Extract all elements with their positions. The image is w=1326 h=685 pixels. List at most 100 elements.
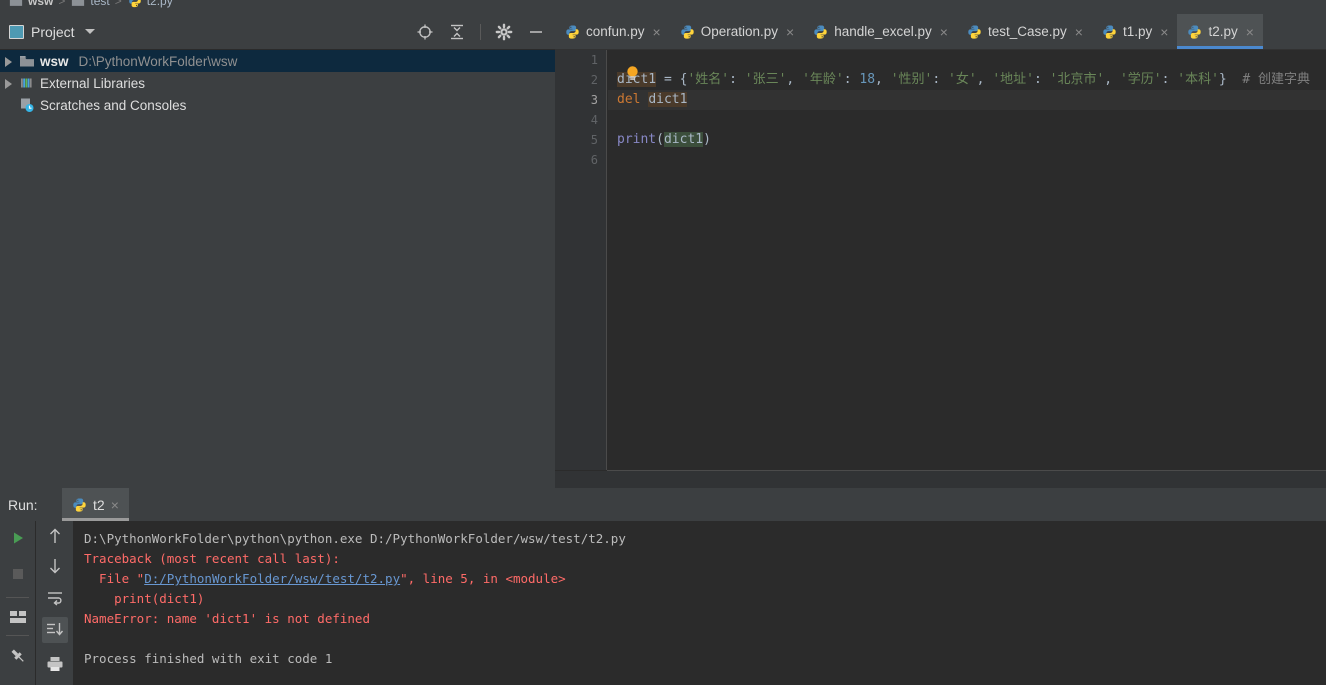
close-icon[interactable]: × <box>1246 25 1254 39</box>
console-line: Process finished with exit code 1 <box>84 649 1326 669</box>
code-token: = <box>656 72 680 87</box>
python-file-icon <box>1188 24 1202 39</box>
line-number[interactable]: 3 <box>591 90 598 110</box>
collapse-all-icon[interactable] <box>448 23 466 41</box>
pin-tab-button[interactable] <box>5 643 31 669</box>
breadcrumb-separator: > <box>114 0 122 8</box>
run-tab-t2[interactable]: t2 × <box>62 488 129 521</box>
editor-gutter[interactable]: 123456 <box>555 50 607 470</box>
line-number[interactable]: 1 <box>591 50 598 70</box>
project-icon <box>9 24 24 39</box>
code-line[interactable] <box>608 110 1326 130</box>
stop-button[interactable] <box>5 561 31 587</box>
editor-tab-label: confun.py <box>586 24 645 39</box>
project-tree: wsw D:\PythonWorkFolder\wsw External Libra… <box>0 50 555 116</box>
scroll-down-button[interactable] <box>42 553 68 579</box>
code-token: dict1 <box>648 92 688 107</box>
run-button[interactable] <box>5 525 31 551</box>
project-panel-toolbar <box>416 14 545 50</box>
line-number[interactable]: 4 <box>591 110 598 130</box>
code-line[interactable]: print(dict1) <box>608 130 1326 150</box>
editor-code[interactable]: dict1 = {'姓名': '张三', '年龄': 18, '性别': '女'… <box>608 50 1326 470</box>
code-token: , <box>786 72 803 87</box>
chevron-right-icon[interactable] <box>4 78 14 89</box>
soft-wrap-button[interactable] <box>42 585 68 611</box>
minimize-icon[interactable] <box>527 23 545 41</box>
code-token: : <box>1161 72 1178 87</box>
breadcrumb-item-t2-py[interactable]: t2.py <box>127 0 173 8</box>
python-file-icon <box>1103 24 1116 39</box>
code-line[interactable]: del dict1 <box>608 90 1326 110</box>
editor-body[interactable]: 123456 dict1 = {'姓名': '张三', '年龄': 18, '性… <box>555 50 1326 488</box>
tree-item-external-libraries[interactable]: External Libraries <box>0 72 555 94</box>
code-token: '地址' <box>992 72 1034 87</box>
console-line: NameError: name 'dict1' is not defined <box>84 609 1326 629</box>
close-icon[interactable]: × <box>653 25 661 39</box>
code-token: 18 <box>859 72 876 87</box>
close-icon[interactable]: × <box>1075 25 1083 39</box>
close-icon[interactable]: × <box>786 25 794 39</box>
tree-arrow-placeholder <box>4 100 14 110</box>
print-button[interactable] <box>42 651 68 677</box>
editor-tab-t2-py[interactable]: t2.py × <box>1177 14 1264 49</box>
code-token: '性别' <box>890 72 933 87</box>
project-title-group[interactable]: Project <box>0 24 95 40</box>
chevron-down-icon[interactable] <box>84 29 95 34</box>
line-number[interactable]: 6 <box>591 150 598 170</box>
run-console: D:\PythonWorkFolder\python\python.exe D:… <box>0 521 1326 685</box>
line-number[interactable]: 5 <box>591 130 598 150</box>
restore-layout-button[interactable] <box>5 604 31 630</box>
editor-tab-confun-py[interactable]: confun.py × <box>555 14 670 49</box>
editor-tab-label: handle_excel.py <box>834 24 932 39</box>
python-file-icon <box>968 24 981 39</box>
code-token: , <box>875 72 891 87</box>
code-token: '女' <box>948 72 977 87</box>
code-token: , <box>976 72 993 87</box>
scroll-up-button[interactable] <box>42 523 68 549</box>
chevron-right-icon[interactable] <box>4 56 14 67</box>
editor-tab-test_case-py[interactable]: test_Case.py × <box>957 14 1092 49</box>
python-file-icon <box>814 24 827 39</box>
code-token: : <box>843 72 860 87</box>
code-token: print <box>617 132 657 147</box>
code-line[interactable] <box>608 150 1326 170</box>
project-panel-header: Project <box>0 14 555 50</box>
scroll-to-end-button[interactable] <box>41 617 68 643</box>
line-number[interactable]: 2 <box>591 70 598 90</box>
editor-area: confun.py × Operation.py × handle_excel.py × t… <box>555 14 1326 488</box>
code-token: del <box>617 92 641 107</box>
code-token: '北京市' <box>1049 72 1105 87</box>
breadcrumb: wsw > test > t2.py <box>0 0 1326 14</box>
close-icon[interactable]: × <box>111 498 119 512</box>
python-file-icon <box>681 24 694 39</box>
close-icon[interactable]: × <box>940 25 948 39</box>
run-panel-header: Run: t2 × <box>0 488 1326 521</box>
code-token: : <box>932 72 949 87</box>
run-side-toolbar <box>0 521 35 685</box>
lightbulb-icon[interactable] <box>626 66 639 82</box>
editor-tab-handle_excel-py[interactable]: handle_excel.py × <box>803 14 957 49</box>
project-tool-window: Project wsw D:\PythonWorkFolder\wsw Exte… <box>0 14 555 488</box>
tree-item-scratches-and-consoles[interactable]: Scratches and Consoles <box>0 94 555 116</box>
code-token: : <box>1033 72 1050 87</box>
close-icon[interactable]: × <box>1160 25 1168 39</box>
breadcrumb-item-wsw[interactable]: wsw <box>8 0 53 8</box>
code-line[interactable]: dict1 = {'姓名': '张三', '年龄': 18, '性别': '女'… <box>608 70 1326 90</box>
code-token: '本科' <box>1177 72 1219 87</box>
code-line[interactable] <box>608 50 1326 70</box>
breadcrumb-item-label: wsw <box>28 0 54 8</box>
editor-tab-operation-py[interactable]: Operation.py × <box>670 14 803 49</box>
tree-item-wsw[interactable]: wsw D:\PythonWorkFolder\wsw <box>0 50 555 72</box>
tree-item-label: wsw <box>40 53 69 69</box>
gear-icon[interactable] <box>495 23 513 41</box>
locate-icon[interactable] <box>416 23 434 41</box>
python-file-icon <box>128 0 141 8</box>
toolbar-divider <box>6 635 29 636</box>
console-file-link[interactable]: D:/PythonWorkFolder/wsw/test/t2.py <box>144 571 400 586</box>
editor-tab-t1-py[interactable]: t1.py × <box>1092 14 1177 49</box>
code-token: # 创建字典 <box>1226 72 1311 87</box>
editor-tab-label: t1.py <box>1122 24 1153 39</box>
project-panel-title: Project <box>31 23 75 40</box>
breadcrumb-item-test[interactable]: test <box>70 0 110 8</box>
